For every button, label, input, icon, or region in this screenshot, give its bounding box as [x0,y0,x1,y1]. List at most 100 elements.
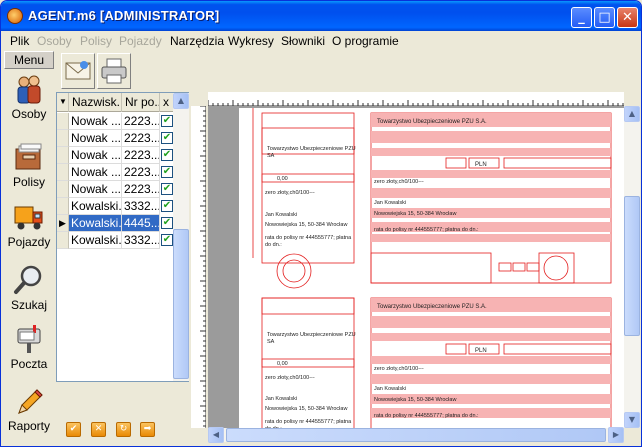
sidebar-item-polisy[interactable]: Polisy [4,141,54,189]
check-icon[interactable]: ✔ [66,422,81,437]
cell-nazwisko: Nowak ... [69,147,122,164]
scroll-thumb[interactable] [173,229,189,379]
cell-nazwisko: Kowalski... [69,198,122,215]
amount-words-left-slip2: zero złoty,ch0/100--- [265,375,315,381]
scroll-thumb[interactable] [624,196,640,336]
scroll-left-button[interactable]: ◀ [208,427,224,443]
grid-vertical-scrollbar[interactable]: ▲ [173,93,189,381]
window-title: AGENT.m6 [ADMINISTRATOR] [28,8,220,23]
preview-horizontal-scrollbar[interactable]: ◀ ▶ [208,427,624,443]
company-left: Towarzystwo Ubezpieczeniowe PZU [267,146,356,152]
row-checkbox[interactable]: ✔ [161,200,173,212]
row-checkbox[interactable]: ✔ [161,115,173,127]
payment-form-page: Towarzystwo Ubezpieczeniowe PZU SA 0,00 … [239,108,624,428]
amount-words-right-slip2: zero złoty,ch0/100--- [374,366,424,372]
app-icon [7,8,23,24]
sidebar-item-poczta[interactable]: Poczta [4,323,54,371]
policy-grid[interactable]: ▼ Nazwisk... Nr po... x Nowak ...2223...… [56,92,189,382]
row-indicator [57,147,69,164]
table-row[interactable]: Kowalski...3332...✔ [57,198,175,215]
scroll-down-button[interactable]: ▼ [624,412,640,428]
magnifier-icon [14,265,42,294]
menu-o-programie[interactable]: O programie [332,34,399,48]
people-icon [17,75,41,104]
scroll-thumb-horizontal[interactable] [226,428,606,442]
menu-narzedzia[interactable]: Narzędzia [170,34,224,48]
row-checkbox[interactable]: ✔ [161,149,173,161]
menu-bar: Plik Osoby Polisy Pojazdy Narzędzia Wykr… [1,31,641,51]
next-icon[interactable]: ➡ [140,422,155,437]
envelope-icon [65,61,91,80]
sidebar-item-label: Osoby [11,107,47,121]
payer-address-left-slip2: Nowowiejska 15, 50-384 Wrocław [265,406,347,412]
minimize-button[interactable]: _ [571,7,592,28]
cell-nazwisko: Kowalski... [69,232,122,249]
row-checkbox[interactable]: ✔ [161,217,173,229]
row-checkbox[interactable]: ✔ [161,183,173,195]
print-button[interactable] [97,53,131,89]
title-bar[interactable]: AGENT.m6 [ADMINISTRATOR] _ □ ✕ [1,1,641,31]
sort-arrow-icon[interactable]: ▼ [57,93,69,112]
refresh-icon[interactable]: ↻ [116,422,131,437]
company-left-2-slip2: SA [267,339,275,345]
cell-nazwisko: Nowak ... [69,164,122,181]
title-left-2: do dn.: [265,242,282,248]
cell-nazwisko: Nowak ... [69,113,122,130]
close-button[interactable]: ✕ [617,7,638,28]
row-indicator [57,232,69,249]
title-right: rata do polisy nr 444555777; płatna do d… [374,227,479,233]
company-right: Towarzystwo Ubezpieczeniowe PZU S.A. [377,119,487,125]
scroll-right-button[interactable]: ▶ [608,427,624,443]
menu-slowniki[interactable]: Słowniki [281,34,325,48]
sidebar-item-label: Polisy [12,175,45,189]
sidebar-item-label: Poczta [10,357,48,371]
table-row[interactable]: ▶Kowalski...4445...✔ [57,215,175,232]
scroll-up-button[interactable]: ▲ [173,93,189,109]
cell-nazwisko: Kowalski... [69,215,122,232]
row-checkbox[interactable]: ✔ [161,234,173,246]
payer-address-right: Nowowiejska 15, 50-384 Wrocław [374,211,456,217]
sidebar-item-label: Raporty [7,419,51,433]
table-row[interactable]: Nowak ... 2223... ✔ [57,164,175,181]
row-checkbox[interactable]: ✔ [161,132,173,144]
menu-osoby[interactable]: Osoby [37,34,72,48]
menu-pojazdy[interactable]: Pojazdy [119,34,162,48]
row-indicator [57,130,69,147]
sidebar-item-osoby[interactable]: Osoby [4,73,54,121]
column-header-nr-polisy[interactable]: Nr po... [122,93,160,112]
table-row[interactable]: Nowak ... 2223... ✔ [57,181,175,198]
scroll-up-button[interactable]: ▲ [624,106,640,122]
table-row[interactable]: Nowak ... 2223... ✔ [57,147,175,164]
company-right-slip2: Towarzystwo Ubezpieczeniowe PZU S.A. [377,304,487,310]
row-indicator [57,113,69,130]
cancel-icon[interactable]: ✕ [91,422,106,437]
maximize-button[interactable]: □ [594,7,615,28]
cell-nr-polisy: 2223... [122,113,160,130]
table-row[interactable]: Nowak ... 2223... ✔ [57,113,175,130]
table-row[interactable]: Nowak ... 2223... ✔ [57,130,175,147]
ruler-vertical [191,105,206,428]
page-area[interactable]: Towarzystwo Ubezpieczeniowe PZU SA 0,00 … [208,106,624,428]
sidebar-item-szukaj[interactable]: Szukaj [4,264,54,312]
form-slip-1: Towarzystwo Ubezpieczeniowe PZU SA 0,00 … [252,108,612,289]
sidebar: Menu Osoby Polisy Pojazdy Szukaj Poczta … [4,51,54,443]
sidebar-item-label: Szukaj [10,298,48,312]
sidebar-item-pojazdy[interactable]: Pojazdy [4,201,54,249]
menu-wykresy[interactable]: Wykresy [228,34,274,48]
row-indicator [57,164,69,181]
cell-nr-polisy: 2223... [122,164,160,181]
payer-address-right-slip2: Nowowiejska 15, 50-384 Wrocław [374,397,456,403]
cell-nr-polisy: 2223... [122,147,160,164]
column-header-nazwisko[interactable]: Nazwisk... [69,93,122,112]
table-row[interactable]: Kowalski...3332...✔ [57,232,175,249]
send-mail-button[interactable] [61,53,95,89]
amount-left: 0,00 [277,176,288,182]
cell-nr-polisy: 3332... [122,232,160,249]
sidebar-item-raporty[interactable]: Raporty [4,385,54,433]
preview-vertical-scrollbar[interactable]: ▲ ▼ [624,106,640,428]
menu-plik[interactable]: Plik [10,34,29,48]
payer-name-left: Jan Kowalski [265,212,297,218]
row-checkbox[interactable]: ✔ [161,166,173,178]
cell-nr-polisy: 3332... [122,198,160,215]
menu-polisy[interactable]: Polisy [80,34,112,48]
